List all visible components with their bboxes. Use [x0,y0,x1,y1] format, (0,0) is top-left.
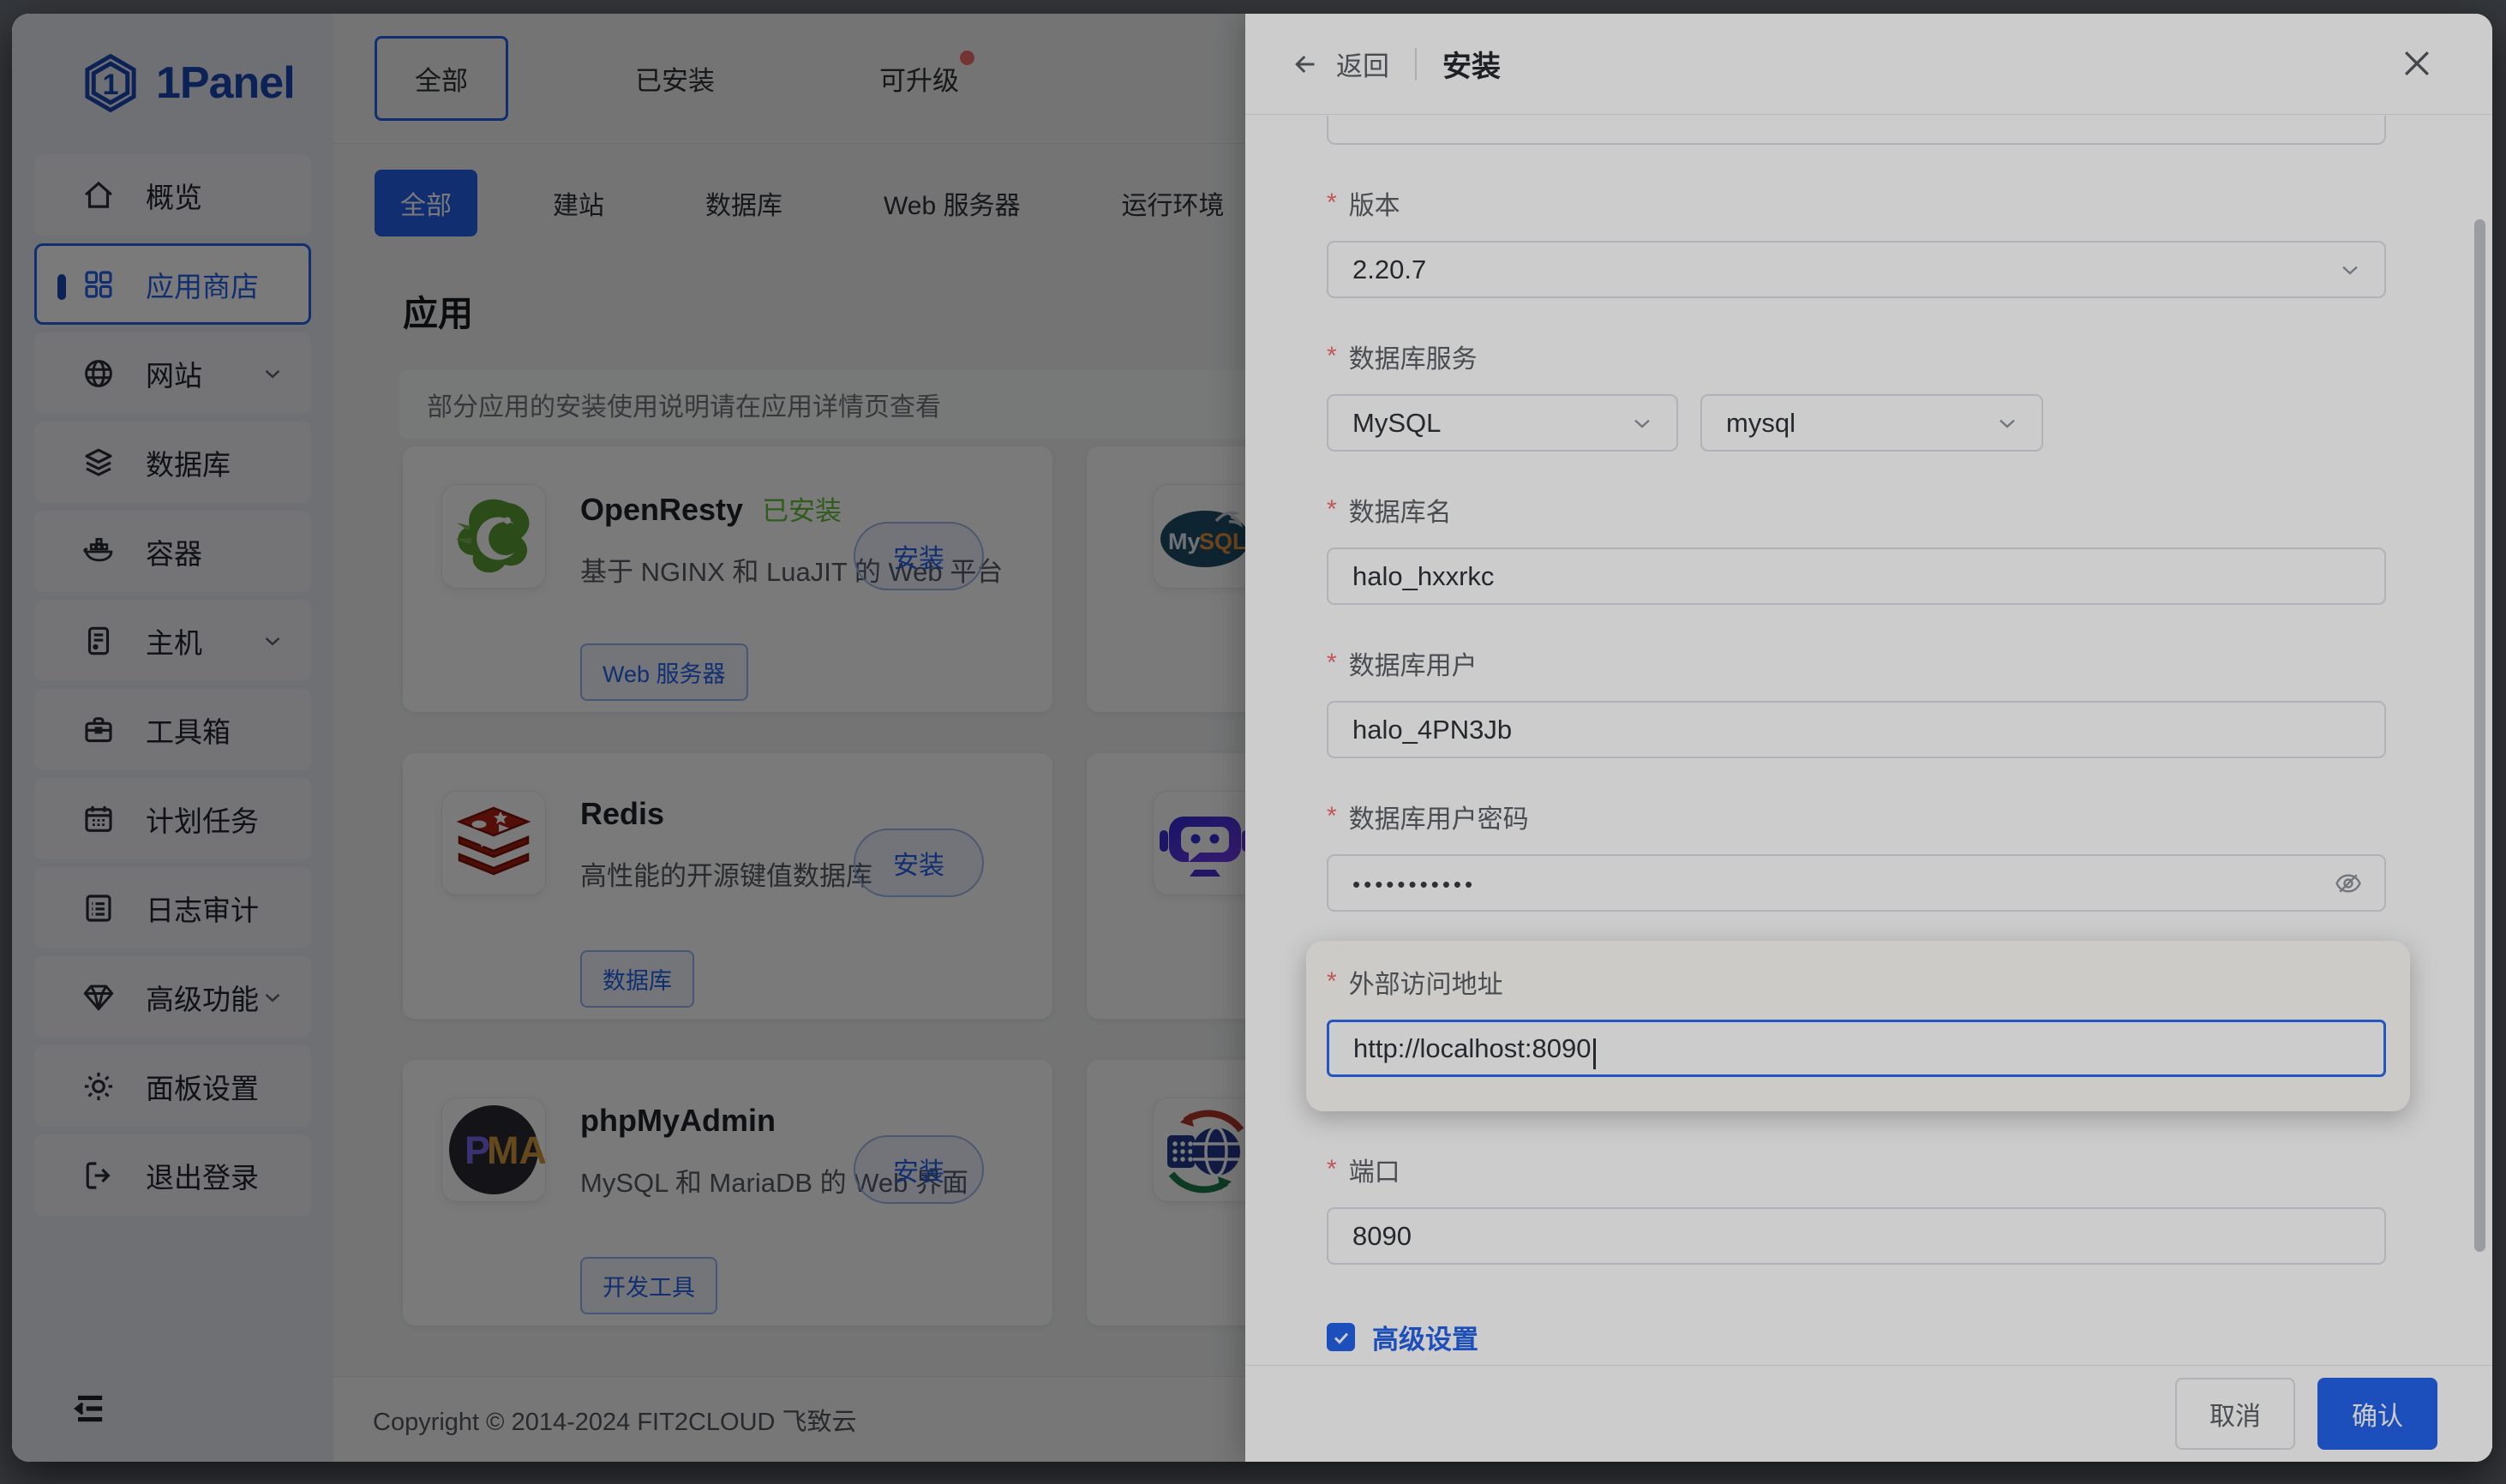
external-url-value: http://localhost:8090 [1353,1033,1591,1064]
chevron-down-icon [1993,410,2021,437]
cancel-button[interactable]: 取消 [2175,1378,2295,1450]
version-select[interactable]: 2.20.7 [1327,241,2386,298]
back-button[interactable]: 返回 [1290,45,1389,83]
external-url-label: 外部访问地址 [1327,963,2386,1001]
drawer-footer: 取消 确认 [1245,1365,2492,1462]
db-user-input[interactable]: halo_4PN3Jb [1327,701,2386,758]
db-user-field: 数据库用户 halo_4PN3Jb [1327,644,2386,758]
checkbox-checked-icon[interactable] [1327,1323,1355,1351]
db-password-value: ••••••••••• [1352,871,1476,898]
port-value: 8090 [1352,1221,1412,1252]
scrollbar-thumb[interactable] [2474,219,2485,1252]
desktop-frame: 1 1Panel 概览 [0,0,2506,1484]
port-field: 端口 8090 [1327,1151,2386,1265]
advanced-settings-toggle[interactable]: 高级设置 [1327,1318,2386,1356]
install-form: 版本 2.20.7 数据库服务 MySQL [1245,116,2492,1365]
db-service-value: MySQL [1352,408,1441,439]
chevron-down-icon [2336,256,2364,284]
back-label: 返回 [1336,45,1389,83]
advanced-settings-label: 高级设置 [1372,1318,1478,1356]
db-password-field: 数据库用户密码 ••••••••••• [1327,798,2386,912]
db-user-label: 数据库用户 [1327,644,2386,682]
drawer-header: 返回 安装 [1245,14,2492,115]
scrolled-field-partial [1327,116,2386,145]
db-name-field: 数据库名 halo_hxxrkc [1327,491,2386,605]
db-password-input[interactable]: ••••••••••• [1327,854,2386,912]
external-url-input[interactable]: http://localhost:8090 [1327,1020,2386,1077]
db-service-label: 数据库服务 [1327,338,2386,375]
version-field: 版本 2.20.7 [1327,184,2386,298]
text-caret [1593,1038,1596,1069]
chevron-down-icon [1628,410,1656,437]
install-drawer: 返回 安装 版本 2.20.7 [1245,14,2492,1462]
db-user-value: halo_4PN3Jb [1352,715,1512,745]
port-input[interactable]: 8090 [1327,1207,2386,1265]
version-label: 版本 [1327,184,2386,222]
db-name-input[interactable]: halo_hxxrkc [1327,548,2386,605]
header-divider [1415,48,1417,81]
port-label: 端口 [1327,1151,2386,1188]
tour-highlight: 外部访问地址 http://localhost:8090 [1306,941,2410,1111]
db-name-value: halo_hxxrkc [1352,561,1494,592]
db-instance-value: mysql [1726,408,1796,439]
eye-off-icon[interactable] [2333,868,2364,899]
version-value: 2.20.7 [1352,254,1426,285]
back-arrow-icon [1290,49,1321,80]
confirm-button[interactable]: 确认 [2317,1378,2437,1450]
db-service-select[interactable]: MySQL [1327,394,1678,452]
drawer-title: 安装 [1442,43,1501,85]
1panel-window: 1 1Panel 概览 [12,14,2492,1462]
db-password-label: 数据库用户密码 [1327,798,2386,835]
db-instance-select[interactable]: mysql [1700,394,2043,452]
close-icon[interactable] [2398,45,2436,82]
db-service-field: 数据库服务 MySQL mysql [1327,338,2386,452]
db-name-label: 数据库名 [1327,491,2386,529]
